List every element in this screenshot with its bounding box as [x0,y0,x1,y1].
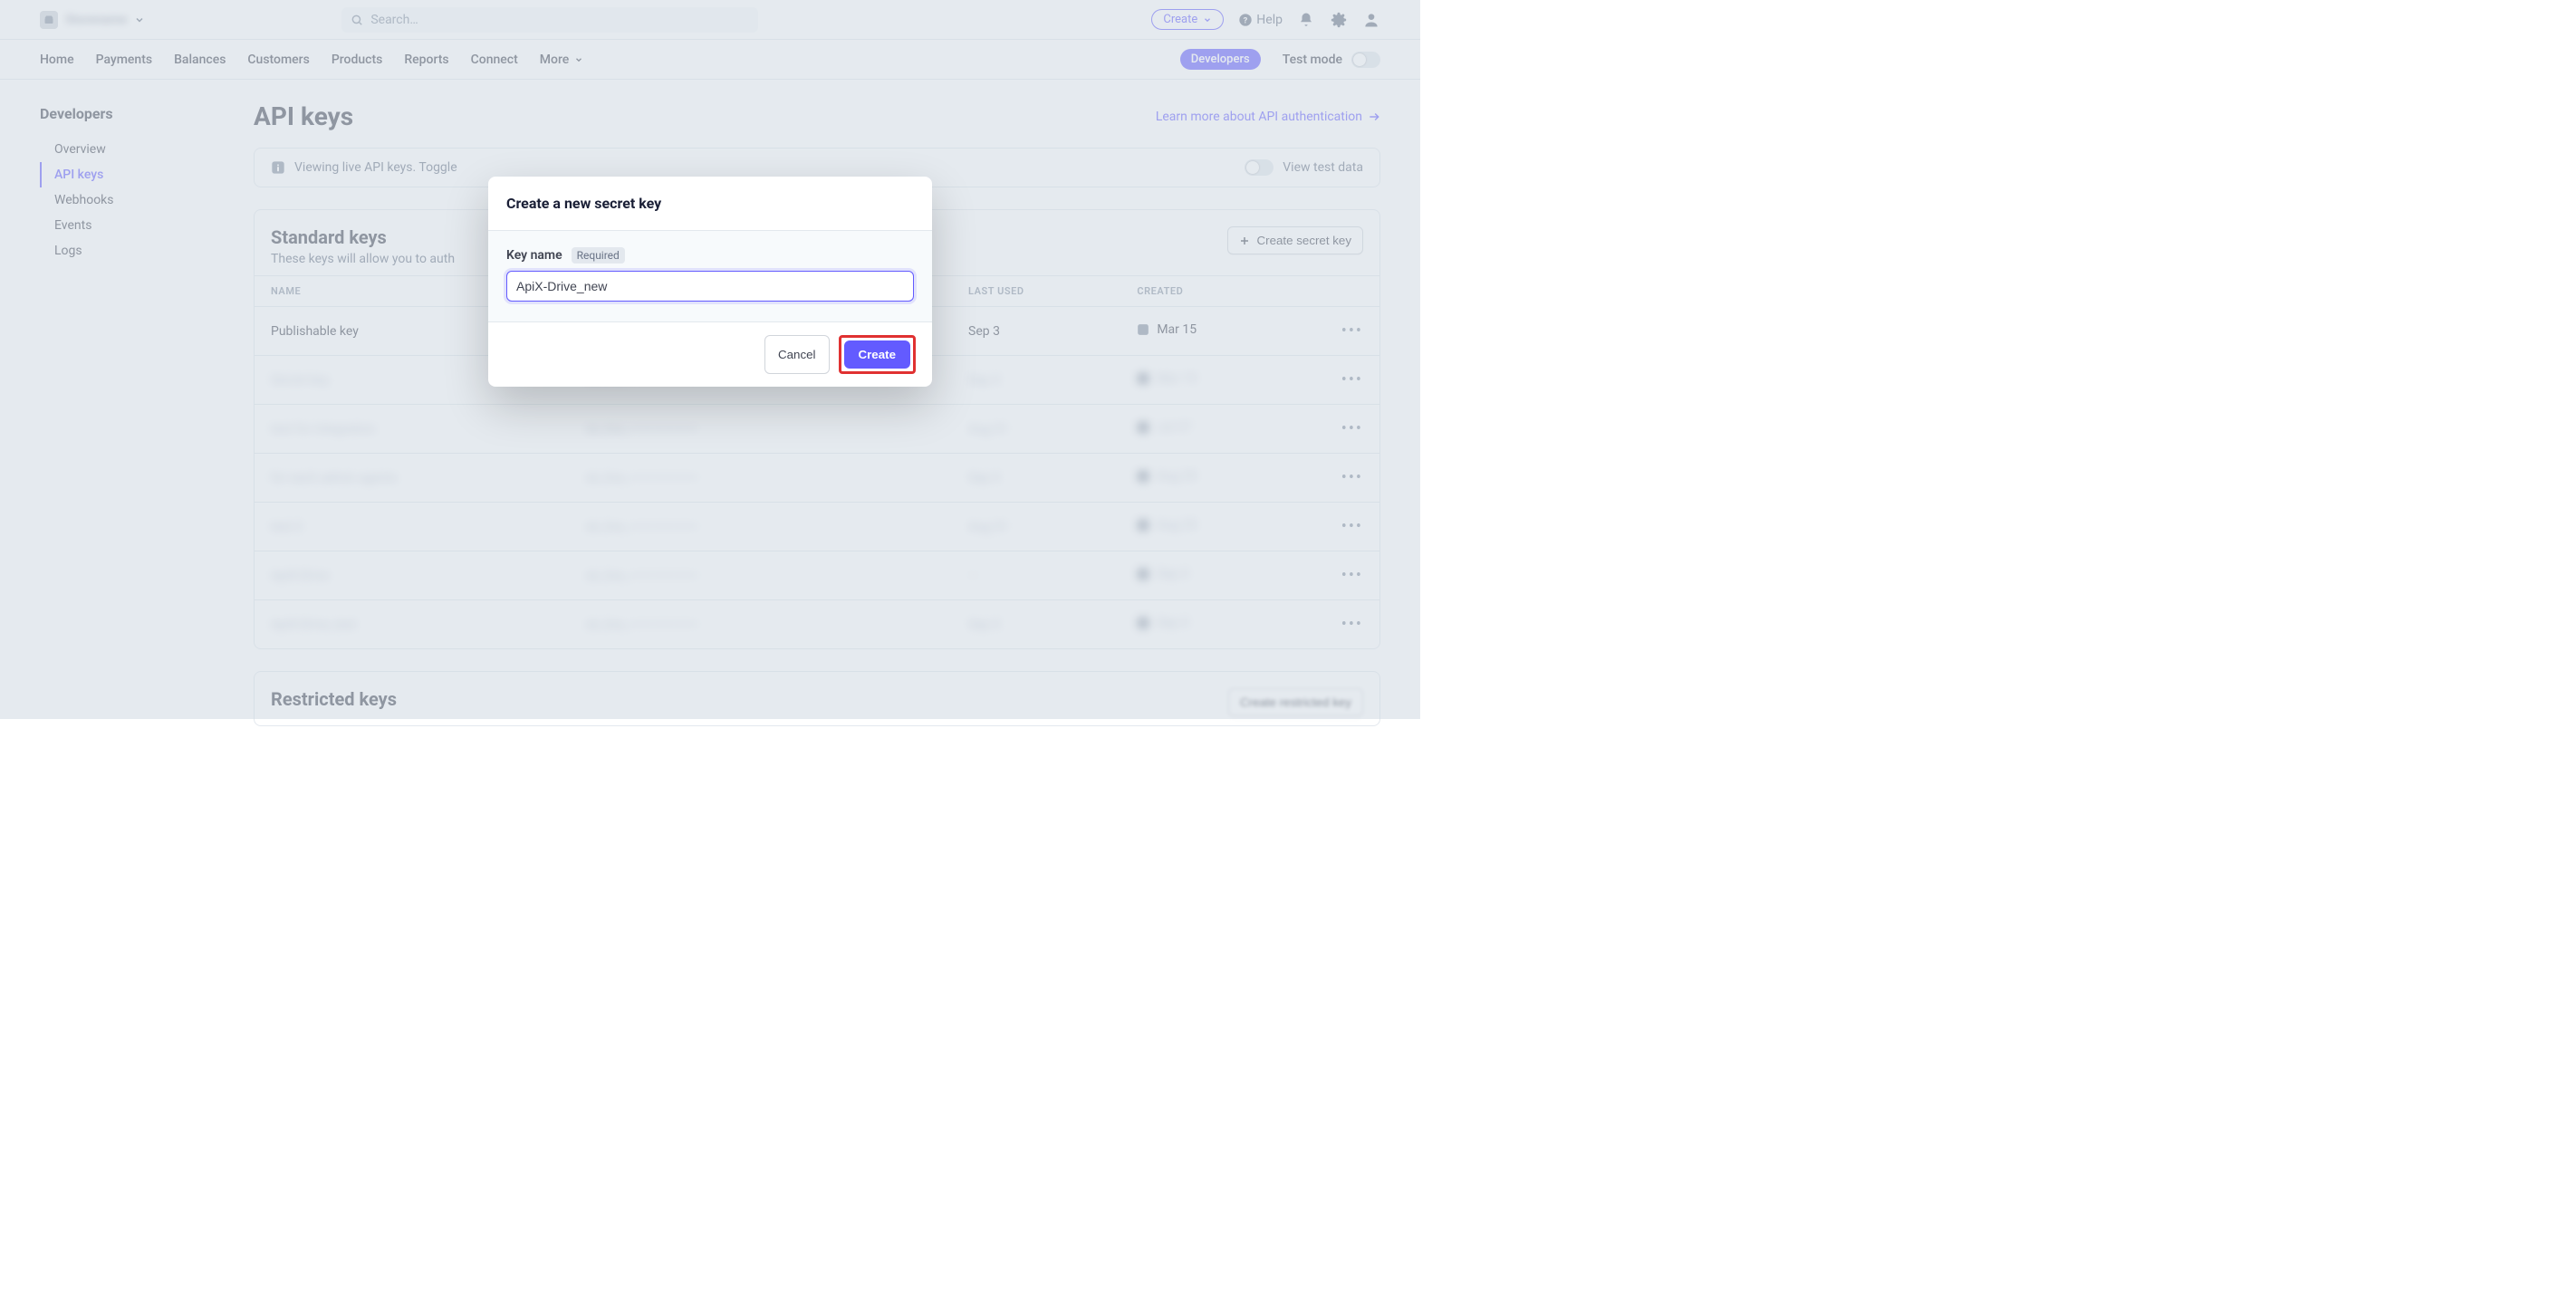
key-name-label: Key name [506,248,562,263]
modal-overlay: Create a new secret key Key name Require… [0,0,1420,719]
create-secret-key-modal: Create a new secret key Key name Require… [488,177,932,387]
create-button[interactable]: Create [844,340,911,369]
required-badge: Required [572,247,625,264]
key-name-input[interactable] [506,271,914,302]
highlight-box: Create [839,335,917,374]
cancel-button[interactable]: Cancel [764,335,830,374]
modal-title: Create a new secret key [488,177,932,231]
